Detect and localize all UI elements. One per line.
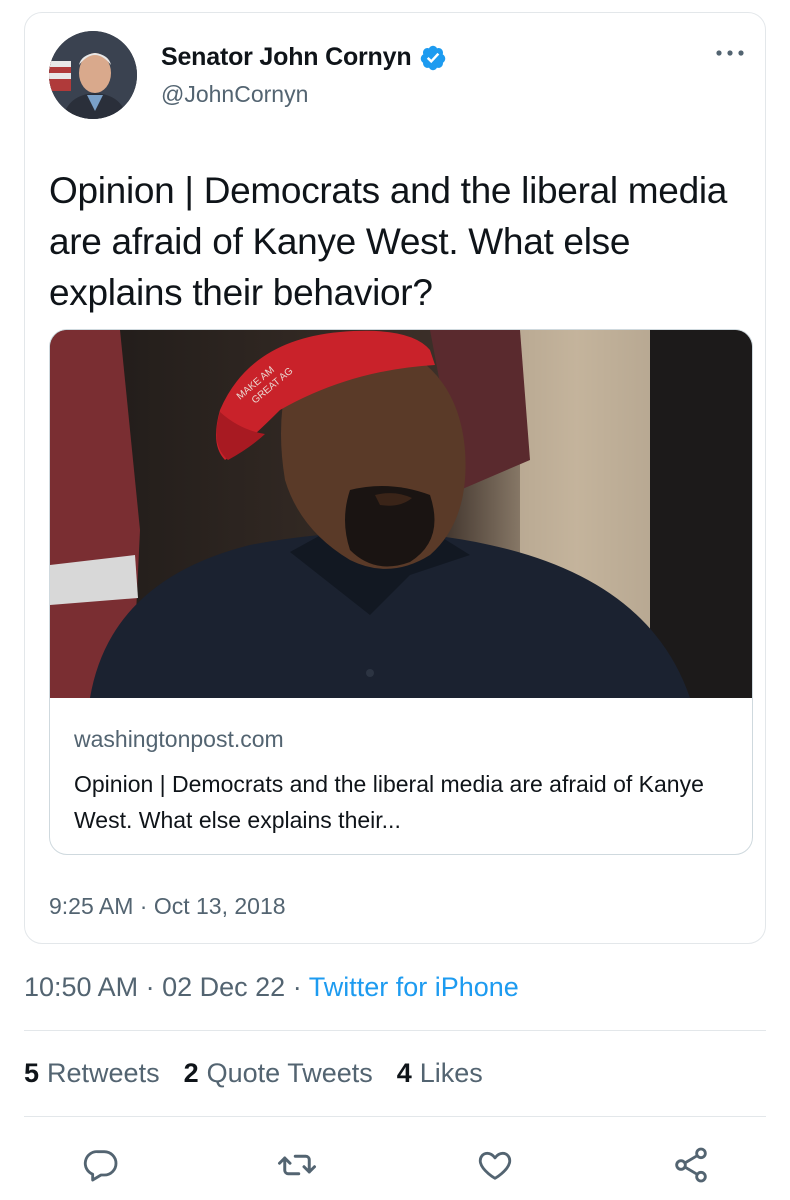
divider [24, 1030, 766, 1031]
verified-badge-icon [421, 45, 446, 70]
like-button[interactable] [470, 1140, 520, 1190]
tweet-meta: 10:50 AM · 02 Dec 22 · Twitter for iPhon… [24, 972, 519, 1003]
reply-button[interactable] [76, 1140, 126, 1190]
quote-tweets-label: Quote Tweets [206, 1058, 373, 1088]
more-options-icon[interactable] [713, 43, 747, 63]
retweets-stat[interactable]: 5 Retweets [24, 1058, 160, 1089]
retweets-count: 5 [24, 1058, 40, 1088]
retweet-icon [278, 1154, 316, 1176]
tweet-source-link[interactable]: Twitter for iPhone [309, 972, 519, 1002]
retweets-label: Retweets [47, 1058, 160, 1088]
likes-count: 4 [396, 1058, 412, 1088]
avatar[interactable] [49, 31, 137, 119]
link-preview-card[interactable]: MAKE AM GREAT AG washingtonpost.com Opin… [49, 329, 753, 855]
likes-stat[interactable]: 4 Likes [397, 1058, 483, 1089]
divider [24, 1116, 766, 1117]
share-button[interactable] [666, 1140, 716, 1190]
retweet-button[interactable] [272, 1140, 322, 1190]
author-name-row[interactable]: Senator John Cornyn [161, 43, 447, 72]
avatar-photo [49, 31, 137, 119]
tweet-text: Opinion | Democrats and the liberal medi… [49, 170, 728, 313]
quote-tweets-stat[interactable]: 2 Quote Tweets [184, 1058, 373, 1089]
tweet-stats: 5 Retweets 2 Quote Tweets 4 Likes [24, 1058, 483, 1089]
tweet-time[interactable]: 10:50 AM [24, 972, 138, 1002]
photo-man-in-red-cap-image: MAKE AM GREAT AG [50, 330, 752, 698]
tweet-actions-bar [0, 1140, 790, 1190]
link-preview-image[interactable]: MAKE AM GREAT AG [50, 330, 752, 698]
link-title: Opinion | Democrats and the liberal medi… [74, 771, 704, 833]
tweet-date[interactable]: 02 Dec 22 [162, 972, 285, 1002]
likes-label: Likes [419, 1058, 483, 1088]
quote-tweets-count: 2 [183, 1058, 199, 1088]
share-icon [675, 1147, 707, 1183]
author-handle[interactable]: @JohnCornyn [161, 81, 308, 108]
link-domain: washingtonpost.com [74, 726, 284, 752]
meta-separator: · [292, 972, 302, 1002]
reply-icon [83, 1150, 118, 1182]
quoted-tweet-card[interactable]: Senator John Cornyn @JohnCornyn Opinion … [24, 12, 766, 944]
quoted-tweet-timestamp[interactable]: 9:25 AM · Oct 13, 2018 [49, 893, 286, 920]
like-icon [478, 1151, 512, 1180]
meta-separator: · [145, 972, 155, 1002]
author-display-name[interactable]: Senator John Cornyn [161, 43, 412, 72]
